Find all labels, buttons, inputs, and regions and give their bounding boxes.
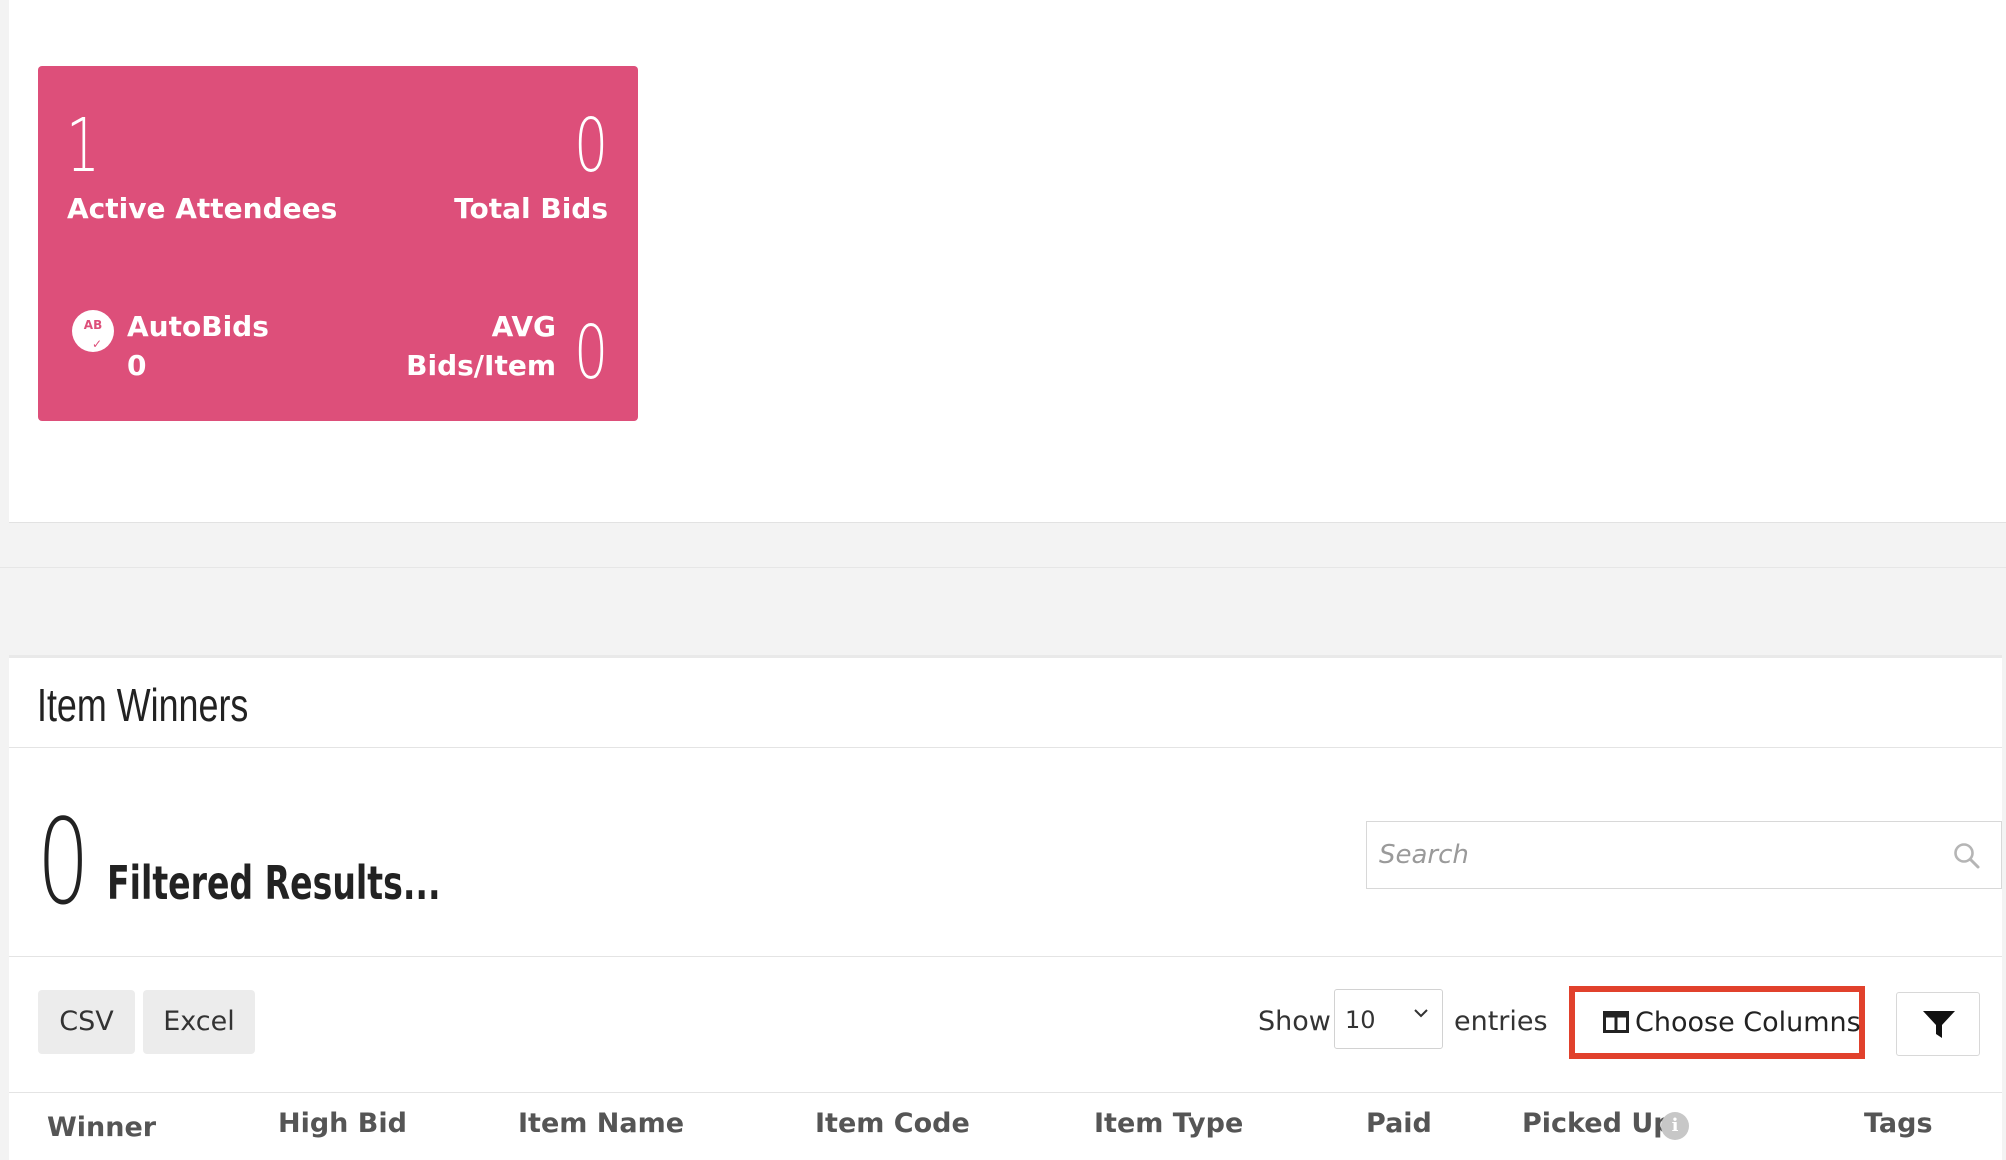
search-icon[interactable] [1953, 842, 1981, 870]
search-box [1366, 821, 2002, 889]
divider [9, 747, 2002, 748]
column-header-item-code[interactable]: Item Code [815, 1108, 970, 1139]
info-icon[interactable]: i [1661, 1112, 1689, 1140]
active-attendees-label: Active Attendees [67, 192, 338, 225]
search-input[interactable] [1367, 822, 2001, 888]
active-attendees-count: 1 [66, 103, 100, 189]
column-header-high-bid[interactable]: High Bid [278, 1108, 407, 1139]
total-bids-count: 0 [574, 103, 608, 189]
divider [9, 956, 2002, 957]
panel-title: Item Winners [37, 679, 249, 731]
excel-button[interactable]: Excel [143, 990, 255, 1054]
divider [9, 1092, 2002, 1093]
column-header-winner[interactable]: Winner [47, 1112, 156, 1143]
column-header-paid[interactable]: Paid [1366, 1108, 1432, 1139]
item-winners-panel: Item Winners 0 Filtered Results... CSV E… [9, 655, 2002, 1160]
choose-columns-label: Choose Columns [1635, 1007, 1861, 1038]
csv-button[interactable]: CSV [38, 990, 135, 1054]
column-header-item-name[interactable]: Item Name [518, 1108, 684, 1139]
column-header-picked-up[interactable]: Picked Up [1522, 1108, 1673, 1139]
entries-select[interactable]: 10 [1334, 989, 1443, 1049]
column-header-tags[interactable]: Tags [1864, 1108, 1933, 1139]
show-label: Show [1258, 1006, 1331, 1037]
total-bids-label: Total Bids [454, 192, 608, 225]
autobids-label: AutoBids [127, 310, 269, 343]
avg-count: 0 [574, 310, 608, 396]
choose-columns-button[interactable]: Choose Columns [1569, 986, 1865, 1059]
section-divider [0, 523, 2006, 568]
avg-label-line2: Bids/Item [406, 349, 556, 382]
filtered-results-count: 0 [37, 793, 90, 931]
column-header-item-type[interactable]: Item Type [1094, 1108, 1243, 1139]
filter-icon [1923, 1011, 1955, 1038]
autobids-icon: AB ✓ [72, 310, 114, 352]
filtered-results-label: Filtered Results... [107, 856, 441, 910]
columns-icon [1603, 1010, 1629, 1033]
avg-label-line1: AVG [491, 310, 556, 343]
entries-select-value: 10 [1345, 1006, 1376, 1034]
stats-card: 1 Active Attendees 0 Total Bids AB ✓ Aut… [38, 66, 638, 421]
chevron-down-icon [1414, 1009, 1428, 1018]
autobids-count: 0 [127, 349, 147, 382]
entries-label: entries [1454, 1006, 1548, 1037]
filter-button[interactable] [1896, 992, 1980, 1056]
